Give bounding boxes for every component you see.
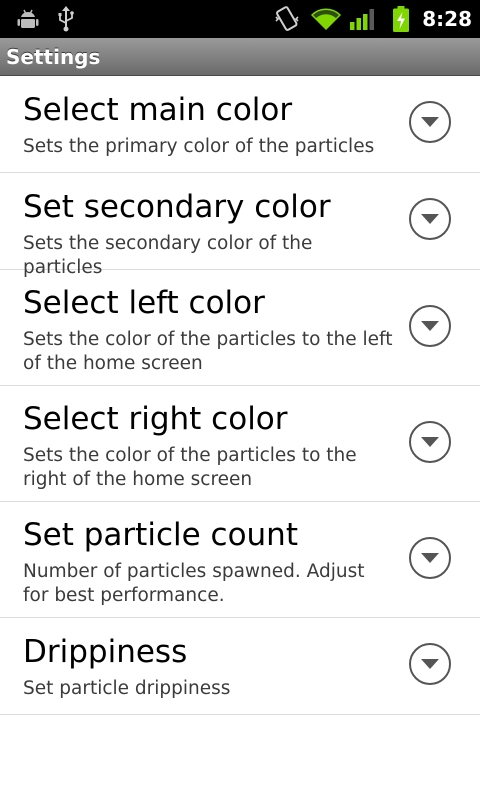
signal-icon — [348, 0, 376, 38]
setting-title: Drippiness — [23, 634, 188, 670]
dropdown-button[interactable] — [409, 198, 451, 240]
dropdown-button[interactable] — [409, 537, 451, 579]
chevron-down-icon — [421, 321, 439, 331]
setting-title: Select left color — [23, 285, 265, 321]
settings-list: Select main color Sets the primary color… — [0, 76, 480, 715]
page-title: Settings — [6, 45, 101, 69]
setting-select-right-color[interactable]: Select right color Sets the color of the… — [0, 386, 480, 502]
vibrate-icon — [272, 0, 302, 38]
setting-summary: Number of particles spawned. Adjust for … — [23, 561, 365, 606]
setting-title: Set secondary color — [23, 189, 331, 225]
dropdown-button[interactable] — [409, 421, 451, 463]
setting-drippiness[interactable]: Drippiness Set particle drippiness — [0, 618, 480, 715]
wifi-icon — [310, 0, 342, 38]
setting-summary: Set particle drippiness — [23, 678, 231, 699]
clock: 8:28 — [422, 7, 472, 31]
setting-summary: Sets the color of the particles to the l… — [23, 329, 393, 374]
usb-icon — [54, 0, 78, 38]
setting-select-left-color[interactable]: Select left color Sets the color of the … — [0, 270, 480, 386]
dropdown-button[interactable] — [409, 101, 451, 143]
setting-set-particle-count[interactable]: Set particle count Number of particles s… — [0, 502, 480, 618]
chevron-down-icon — [421, 553, 439, 563]
battery-charging-icon — [390, 0, 412, 38]
setting-title: Set particle count — [23, 517, 298, 553]
setting-summary: Sets the color of the particles to the r… — [23, 445, 357, 490]
dropdown-button[interactable] — [409, 643, 451, 685]
chevron-down-icon — [421, 214, 439, 224]
debug-icon — [14, 0, 42, 38]
chevron-down-icon — [421, 117, 439, 127]
setting-select-main-color[interactable]: Select main color Sets the primary color… — [0, 76, 480, 173]
setting-summary: Sets the primary color of the particles — [23, 136, 375, 157]
chevron-down-icon — [421, 437, 439, 447]
setting-title: Select main color — [23, 92, 293, 128]
status-bar: 8:28 — [0, 0, 480, 38]
setting-title: Select right color — [23, 401, 288, 437]
setting-set-secondary-color[interactable]: Set secondary color Sets the secondary c… — [0, 173, 480, 278]
title-bar: Settings — [0, 38, 480, 76]
chevron-down-icon — [421, 659, 439, 669]
dropdown-button[interactable] — [409, 305, 451, 347]
